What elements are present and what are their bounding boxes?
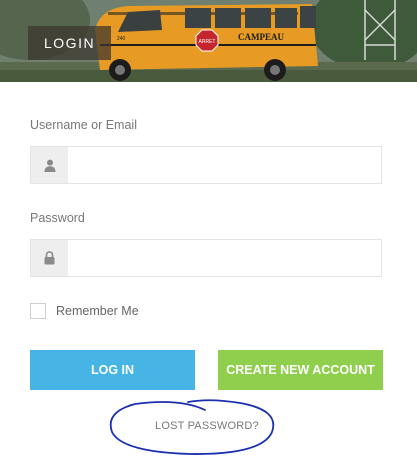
stop-sign-text: ARRET [199, 39, 216, 45]
user-icon [31, 147, 68, 183]
password-input[interactable] [68, 240, 381, 276]
remember-me-checkbox[interactable] [30, 303, 46, 319]
login-button[interactable]: LOG IN [30, 350, 195, 390]
password-label: Password [30, 211, 85, 225]
remember-me-row: Remember Me [30, 302, 139, 320]
username-input[interactable] [68, 147, 381, 183]
username-input-group [30, 146, 382, 184]
header-banner: CAMPEAU 240 ARRET LOGIN [0, 0, 417, 82]
bus-lettering: CAMPEAU [238, 32, 284, 42]
password-input-group [30, 239, 382, 277]
login-tab[interactable]: LOGIN [28, 26, 112, 60]
lost-password-link[interactable]: LOST PASSWORD? [155, 420, 259, 432]
create-account-button[interactable]: CREATE NEW ACCOUNT [218, 350, 383, 390]
svg-text:240: 240 [117, 36, 126, 42]
remember-me-label: Remember Me [56, 304, 139, 318]
login-page: CAMPEAU 240 ARRET LOGIN Username or Emai… [0, 0, 417, 457]
lock-icon [31, 240, 68, 276]
username-label: Username or Email [30, 118, 137, 132]
